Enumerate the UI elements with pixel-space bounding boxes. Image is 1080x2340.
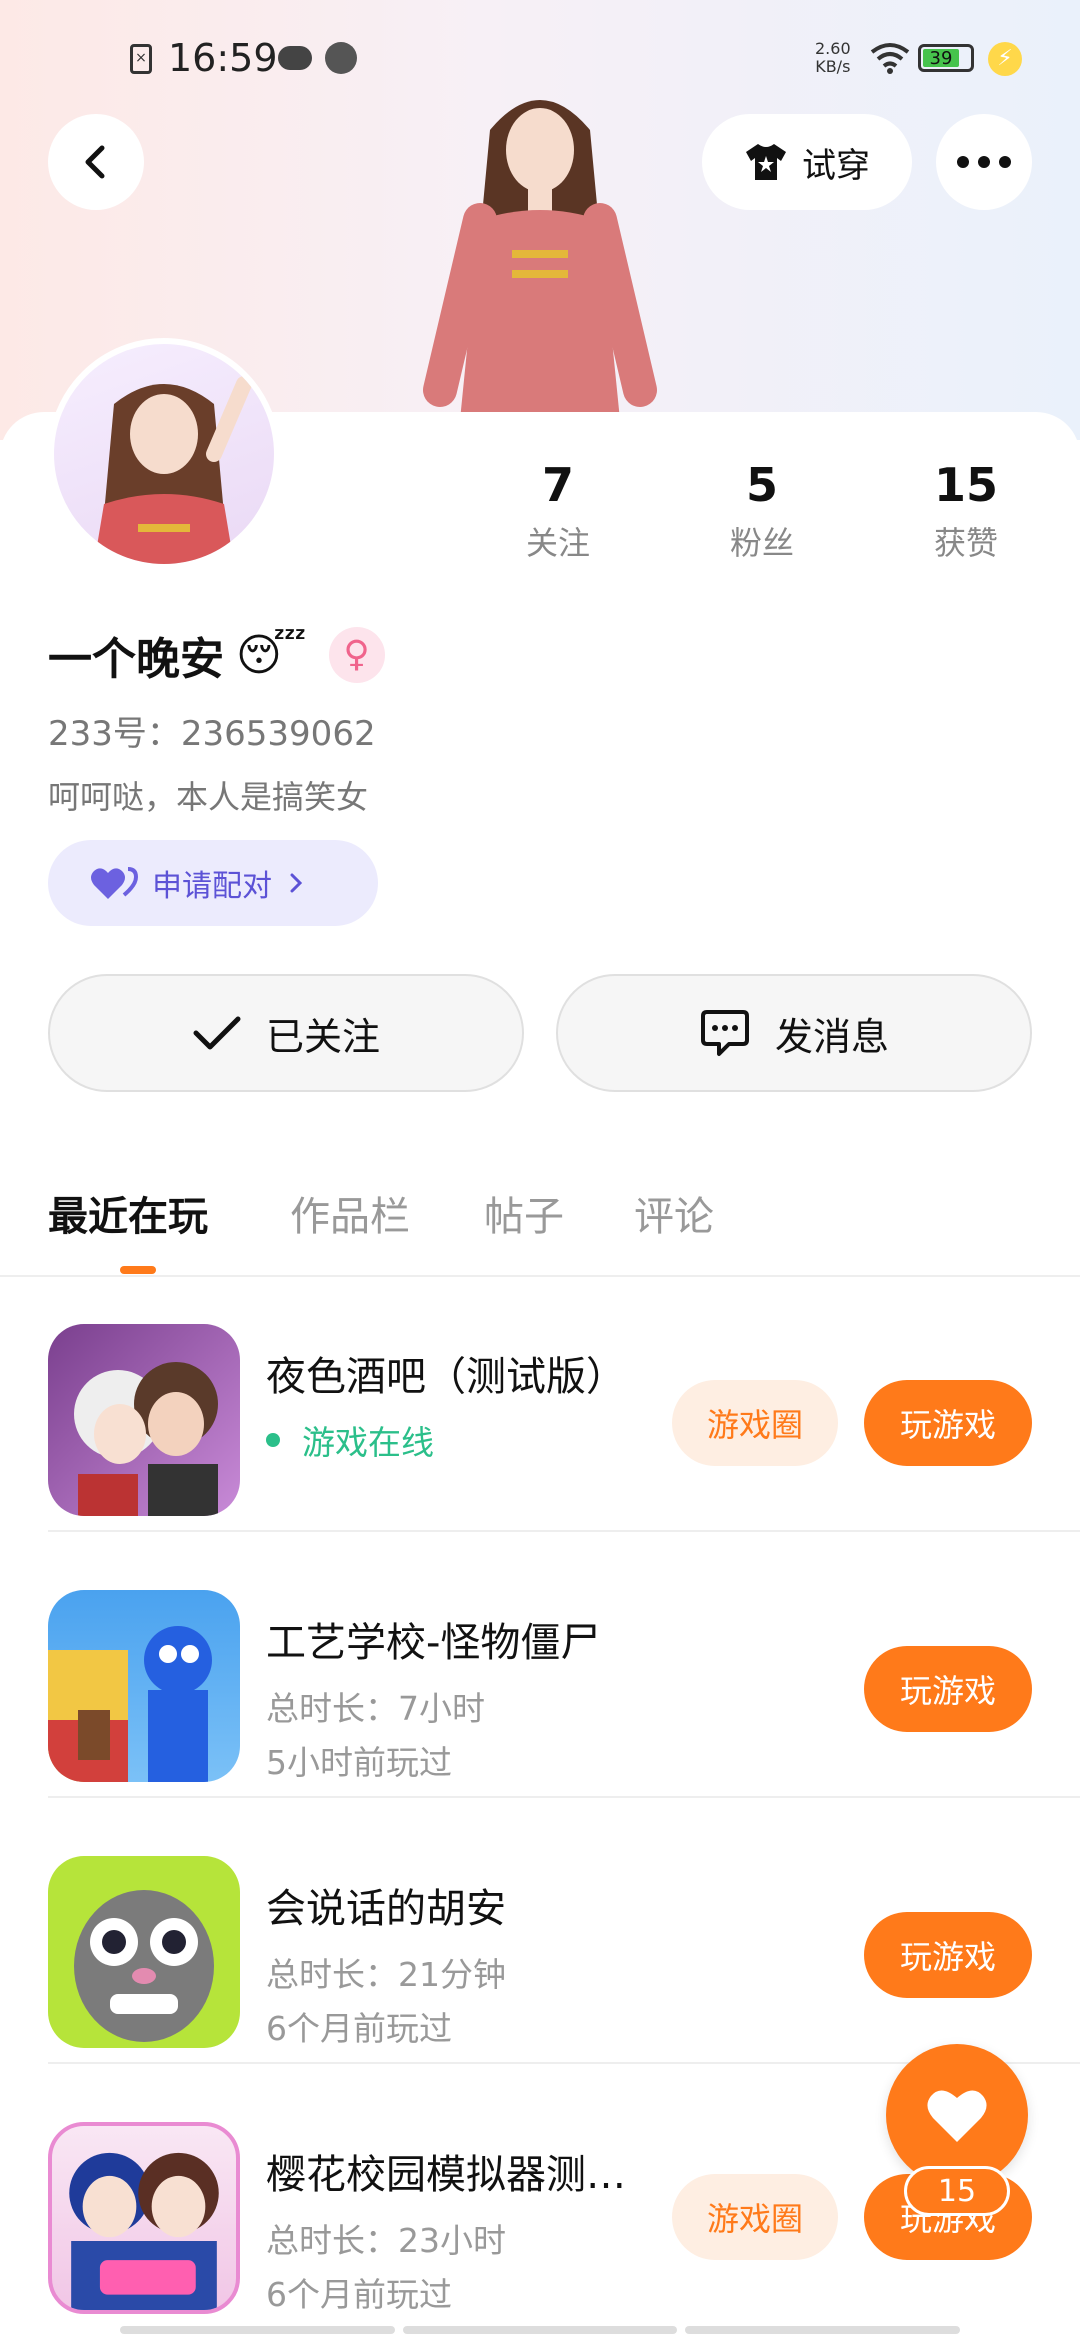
game-online-status: 游戏在线: [266, 1416, 434, 1464]
game-icon-talking-juan[interactable]: [48, 1856, 240, 2048]
talking-juan-artwork: [74, 1890, 214, 2042]
network-speed-value: 2.60: [815, 39, 851, 58]
scroll-segment: [402, 2326, 678, 2334]
online-label: 游戏在线: [302, 1423, 434, 1462]
profile-bio: 呵呵哒，本人是搞笑女: [48, 778, 369, 816]
network-speed-unit: KB/s: [815, 57, 851, 76]
following-stat[interactable]: 7 关注: [478, 458, 638, 564]
profile-name: 一个晚安: [48, 634, 224, 685]
game-icon-night-bar[interactable]: [48, 1324, 240, 1516]
scroll-segment: [120, 2326, 395, 2334]
play-game-button[interactable]: 玩游戏: [864, 1380, 1032, 1466]
network-speed: 2.60 KB/s: [815, 40, 851, 76]
female-gender-icon: ♀: [328, 627, 385, 683]
charging-icon: ⚡: [988, 42, 1022, 76]
game-title: 樱花校园模拟器测…: [266, 2152, 626, 2198]
game-duration: 总时长：23小时: [266, 2221, 506, 2260]
online-dot: [266, 1433, 280, 1447]
chevron-left-icon: [85, 145, 105, 179]
followers-label: 粉丝: [729, 524, 794, 562]
no-sim-icon: ×: [130, 44, 152, 74]
game-duration: 总时长：7小时: [266, 1689, 485, 1728]
game-last-played: 6个月前玩过: [266, 2009, 452, 2048]
tab-works[interactable]: 作品栏: [290, 1184, 410, 1242]
status-bar: × 16:59 2.60 KB/s 39 ⚡: [0, 36, 1080, 88]
game-circle-button[interactable]: 游戏圈: [672, 2174, 838, 2260]
bottom-scroll-indicator: [120, 2326, 961, 2334]
send-message-label: 发消息: [774, 1014, 889, 1059]
sakura-school-artwork: [69, 2152, 219, 2310]
craft-school-artwork: [48, 1626, 212, 1782]
tab-recently-played[interactable]: 最近在玩: [48, 1184, 208, 1242]
tab-posts[interactable]: 帖子: [484, 1184, 564, 1242]
wifi-icon: [870, 43, 910, 74]
likes-label: 获赞: [933, 524, 998, 562]
followers-stat[interactable]: 5 粉丝: [682, 458, 842, 564]
play-game-button[interactable]: 玩游戏: [864, 1646, 1032, 1732]
sleepy-emoji: 😴: [236, 629, 307, 681]
game-title: 夜色酒吧（测试版）: [266, 1354, 626, 1400]
following-label: 关注: [525, 524, 590, 562]
avatar[interactable]: [48, 338, 280, 570]
tab-comments[interactable]: 评论: [634, 1184, 714, 1242]
double-heart-icon: [91, 867, 138, 899]
name-row: 一个晚安 😴 ♀: [48, 620, 385, 690]
followers-count: 5: [745, 458, 778, 512]
followed-label: 已关注: [265, 1014, 380, 1059]
checkmark-icon: [193, 1016, 241, 1050]
like-count-badge: 15: [904, 2166, 1010, 2216]
back-button[interactable]: [48, 114, 144, 210]
game-duration: 总时长：21分钟: [266, 1955, 506, 1994]
following-count: 7: [541, 458, 574, 512]
more-dots-icon: [957, 156, 1011, 168]
heart-icon: [927, 2090, 987, 2142]
avatar-character-figure[interactable]: [420, 90, 660, 420]
list-item-game[interactable]: 会说话的胡安 总时长：21分钟 6个月前玩过 玩游戏: [48, 1798, 1080, 2064]
game-last-played: 5小时前玩过: [266, 1743, 452, 1782]
send-message-button[interactable]: 发消息: [556, 974, 1032, 1092]
tshirt-icon: [746, 144, 786, 180]
list-item-game[interactable]: 工艺学校-怪物僵尸 总时长：7小时 5小时前玩过 玩游戏: [48, 1532, 1080, 1798]
chat-bubble-icon: [700, 1010, 749, 1056]
recording-icon: [325, 42, 357, 74]
followed-button[interactable]: 已关注: [48, 974, 524, 1092]
game-icon-sakura-school[interactable]: [48, 2122, 240, 2314]
game-circle-button[interactable]: 游戏圈: [672, 1380, 838, 1466]
list-item-game[interactable]: 夜色酒吧（测试版） 游戏在线 游戏圈 玩游戏: [48, 1266, 1080, 1532]
like-floating-button[interactable]: [886, 2044, 1028, 2186]
play-game-button[interactable]: 玩游戏: [864, 1912, 1032, 1998]
game-icon-craft-school[interactable]: [48, 1590, 240, 1782]
night-bar-artwork: [74, 1362, 218, 1516]
more-options-button[interactable]: [936, 114, 1032, 210]
request-pair-label: 申请配对: [152, 869, 272, 904]
chevron-right-icon: [290, 873, 303, 893]
request-pair-button[interactable]: 申请配对: [48, 840, 378, 926]
battery-icon: 39: [918, 44, 974, 72]
game-last-played: 6个月前玩过: [266, 2275, 452, 2314]
game-title: 工艺学校-怪物僵尸: [266, 1620, 601, 1666]
battery-level: 39: [923, 49, 959, 69]
scroll-segment: [685, 2326, 961, 2334]
avatar-image: [94, 376, 252, 564]
likes-count: 15: [933, 458, 998, 512]
likes-stat[interactable]: 15 获赞: [886, 458, 1046, 564]
game-title: 会说话的胡安: [266, 1886, 506, 1932]
try-on-button[interactable]: 试穿: [702, 114, 912, 210]
profile-tabs: 最近在玩 作品栏 帖子 评论: [0, 1160, 1080, 1277]
user-id: 233号：236539062: [48, 714, 376, 754]
try-on-label: 试穿: [802, 145, 870, 186]
status-time: 16:59: [168, 36, 278, 80]
cloud-icon: [278, 46, 312, 70]
